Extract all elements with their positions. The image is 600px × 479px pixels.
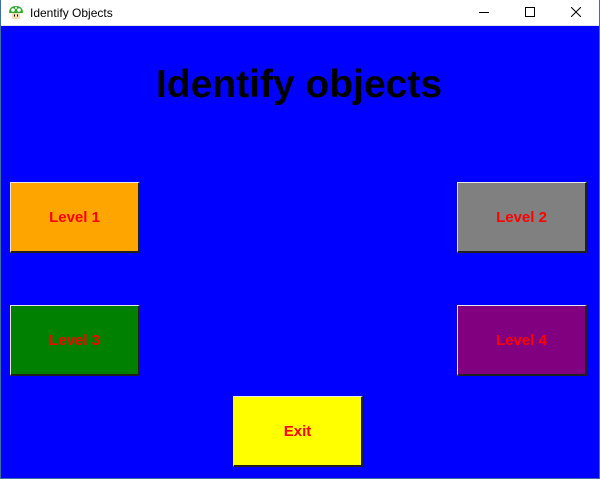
minimize-icon bbox=[479, 4, 489, 22]
mushroom-icon bbox=[8, 5, 24, 21]
caption-buttons bbox=[461, 0, 599, 26]
close-icon bbox=[570, 4, 582, 22]
page-title: Identify objects bbox=[155, 63, 443, 106]
exit-button[interactable]: Exit bbox=[233, 396, 363, 467]
level-4-button[interactable]: Level 4 bbox=[457, 305, 587, 376]
app-window: Identify Objects Identify objects Level … bbox=[0, 0, 600, 479]
level-3-button[interactable]: Level 3 bbox=[10, 305, 140, 376]
window-title: Identify Objects bbox=[30, 5, 113, 20]
close-button[interactable] bbox=[553, 0, 599, 26]
title-bar[interactable]: Identify Objects bbox=[1, 0, 599, 26]
maximize-icon bbox=[525, 4, 535, 22]
maximize-button[interactable] bbox=[507, 0, 553, 26]
level-1-button[interactable]: Level 1 bbox=[10, 182, 140, 253]
main-content: Identify objects Level 1 Level 2 Level 3… bbox=[1, 27, 599, 478]
minimize-button[interactable] bbox=[461, 0, 507, 26]
level-2-button[interactable]: Level 2 bbox=[457, 182, 587, 253]
